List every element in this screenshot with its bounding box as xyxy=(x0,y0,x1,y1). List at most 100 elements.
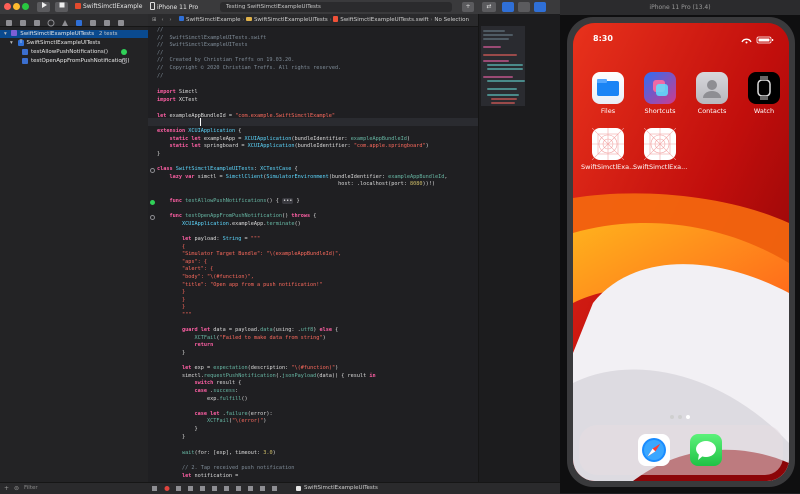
safari-icon[interactable] xyxy=(638,434,670,466)
breadcrumb-separator-icon: › xyxy=(329,17,332,23)
breadcrumb-folder[interactable]: SwiftSimctlExampleUITests xyxy=(246,17,329,23)
iphone-screen[interactable]: 8:30 Files Shortcuts Contacts Watch Swif… xyxy=(573,23,789,481)
code-line-43: } xyxy=(157,350,186,356)
code-line-35: } xyxy=(157,289,186,296)
code-line-23: func testAllowPushNotifications() { ••• … xyxy=(169,198,300,204)
back-icon[interactable]: ‹ xyxy=(161,17,163,23)
dock xyxy=(579,425,783,475)
test-pending-icon xyxy=(121,58,127,64)
code-line-15: static let exampleApp = XCUIApplication(… xyxy=(169,135,411,142)
code-line-14: extension XCUIApplication { xyxy=(157,128,242,135)
code-line-31: "aps": { xyxy=(157,258,207,265)
test-row-open-app[interactable]: testOpenAppFromPushNotification() xyxy=(0,57,148,65)
code-line-45: let exp = expectation(description: "\(#f… xyxy=(182,365,339,372)
code-line-34: "title": "Open app from a push notificat… xyxy=(157,281,323,288)
code-line-28: let payload: String = """ xyxy=(182,236,261,242)
code-line-9: import Simctl xyxy=(157,89,198,95)
breadcrumb-project[interactable]: SwiftSimctlExample xyxy=(179,16,242,23)
shortcuts-icon[interactable] xyxy=(644,72,676,104)
jump-bar: ⊞ ‹ › SwiftSimctlExample › SwiftSimctlEx… xyxy=(148,14,478,27)
blank-app-icon[interactable] xyxy=(591,127,625,161)
filter-input[interactable]: Filter xyxy=(24,485,38,491)
disclosure-open-icon: ▾ xyxy=(4,31,7,37)
line-gutter xyxy=(148,27,156,482)
add-icon[interactable]: + xyxy=(4,485,9,492)
contacts-label: Contacts xyxy=(697,107,727,115)
swift-file-icon xyxy=(333,16,339,22)
test-row-allow-push[interactable]: testAllowPushNotifications() xyxy=(0,48,148,56)
code-line-41: XCTFail("Failed to make data from string… xyxy=(194,334,326,341)
contacts-icon[interactable] xyxy=(696,72,728,104)
code-line-37: } xyxy=(157,304,186,311)
folder-icon xyxy=(246,17,253,21)
xcode-toolbar: SwiftSimctlExample iPhone 11 Pro Testing… xyxy=(0,0,560,15)
stop-icon xyxy=(59,2,64,8)
page-dot[interactable] xyxy=(670,415,674,419)
debug-controls-icons[interactable] xyxy=(152,485,292,492)
code-line-25: func testOpenAppFromPushNotification() t… xyxy=(169,213,317,220)
code-line-38: """ xyxy=(157,312,192,318)
run-test-diamond-icon[interactable] xyxy=(150,215,155,220)
inspector-toggle-button[interactable] xyxy=(534,2,546,12)
code-line-26: XCUIApplication.exampleApp.terminate() xyxy=(182,220,301,227)
test-target-icon xyxy=(10,30,17,36)
forward-icon[interactable]: › xyxy=(169,17,171,23)
related-items-icon[interactable]: ⊞ xyxy=(152,17,157,23)
watch-label: Watch xyxy=(753,107,775,115)
zoom-window-button[interactable] xyxy=(22,3,29,10)
simulator-title: iPhone 11 Pro (13.4) xyxy=(560,0,800,15)
play-icon xyxy=(41,2,47,8)
text-caret xyxy=(200,118,201,126)
code-line-6: // Copyright © 2020 Christian Treffs. Al… xyxy=(157,65,342,71)
test-method-icon xyxy=(22,49,28,55)
folded-code-marker[interactable]: ••• xyxy=(281,198,294,204)
minimize-window-button[interactable] xyxy=(13,3,20,10)
close-window-button[interactable] xyxy=(4,3,11,10)
messages-icon[interactable] xyxy=(690,434,722,466)
code-review-button[interactable]: ⇄ xyxy=(482,2,496,12)
minimap[interactable] xyxy=(478,14,561,482)
app-icon xyxy=(75,3,81,9)
code-line-59: let notification = xyxy=(182,472,242,479)
code-line-5: // Created by Christian Treffs on 19.03.… xyxy=(157,57,295,64)
test-passed-icon xyxy=(121,49,127,55)
debug-target-label[interactable]: SwiftSimctlExampleUITests xyxy=(304,483,378,494)
test-method-icon xyxy=(22,58,28,64)
run-button[interactable] xyxy=(37,2,50,12)
device-selector[interactable]: iPhone 11 Pro xyxy=(150,2,198,12)
navigator-filter-bar: + ⊜ Filter xyxy=(0,482,148,494)
code-line-20: lazy var simctl = SimctlClient(Simulator… xyxy=(169,173,448,180)
page-dot[interactable] xyxy=(678,415,682,419)
code-line-48: case .success: xyxy=(194,388,239,394)
code-line-10: import XCTest xyxy=(157,96,198,103)
swiftsimctl-app-label-2: SwiftSimctlExa... xyxy=(633,163,688,171)
breadcrumb-symbol[interactable]: No Selection xyxy=(434,17,469,23)
source-editor[interactable]: // // SwiftSimctlExampleUITests.swift //… xyxy=(148,27,478,482)
code-line-53: } xyxy=(157,426,198,432)
test-target-row[interactable]: ▾ SwiftSimctlExampleUITests 2 tests xyxy=(0,30,148,38)
run-class-tests-diamond-icon[interactable] xyxy=(150,168,155,173)
stop-button[interactable] xyxy=(55,2,68,12)
code-line-29: { xyxy=(157,243,186,250)
files-icon[interactable] xyxy=(592,72,624,104)
watch-icon[interactable] xyxy=(748,72,780,104)
code-line-46: simctl.requestPushNotification(.jsonPayl… xyxy=(157,372,376,379)
simulator-window: iPhone 11 Pro (13.4) 8:30 Files Shortcut… xyxy=(560,0,800,493)
shortcuts-label: Shortcuts xyxy=(644,107,676,115)
code-line-40: guard let data = payload.data(using: .ut… xyxy=(182,327,339,334)
navigator-toggle-button[interactable] xyxy=(502,2,514,12)
code-line-42: return xyxy=(194,342,214,349)
project-icon xyxy=(179,16,185,21)
test-class-row[interactable]: ▾ T SwiftSimctlExampleUITests xyxy=(0,39,148,47)
scheme-selector[interactable]: SwiftSimctlExample xyxy=(75,2,142,12)
page-dot-active[interactable] xyxy=(686,415,690,419)
debug-area-toggle-button[interactable] xyxy=(518,2,530,12)
navigator-tab-bar xyxy=(0,14,148,27)
blank-app-icon[interactable] xyxy=(643,127,677,161)
code-line-4: // xyxy=(157,49,164,56)
code-line-56: wait(for: [exp], timeout: 3.0) xyxy=(182,450,276,456)
library-button[interactable]: + xyxy=(462,2,474,12)
breadcrumb-file[interactable]: SwiftSimctlExampleUITests.swift xyxy=(333,16,430,23)
code-line-58: // 2. Tap received push notification xyxy=(182,465,295,472)
test-passed-diamond-icon[interactable] xyxy=(150,200,155,205)
